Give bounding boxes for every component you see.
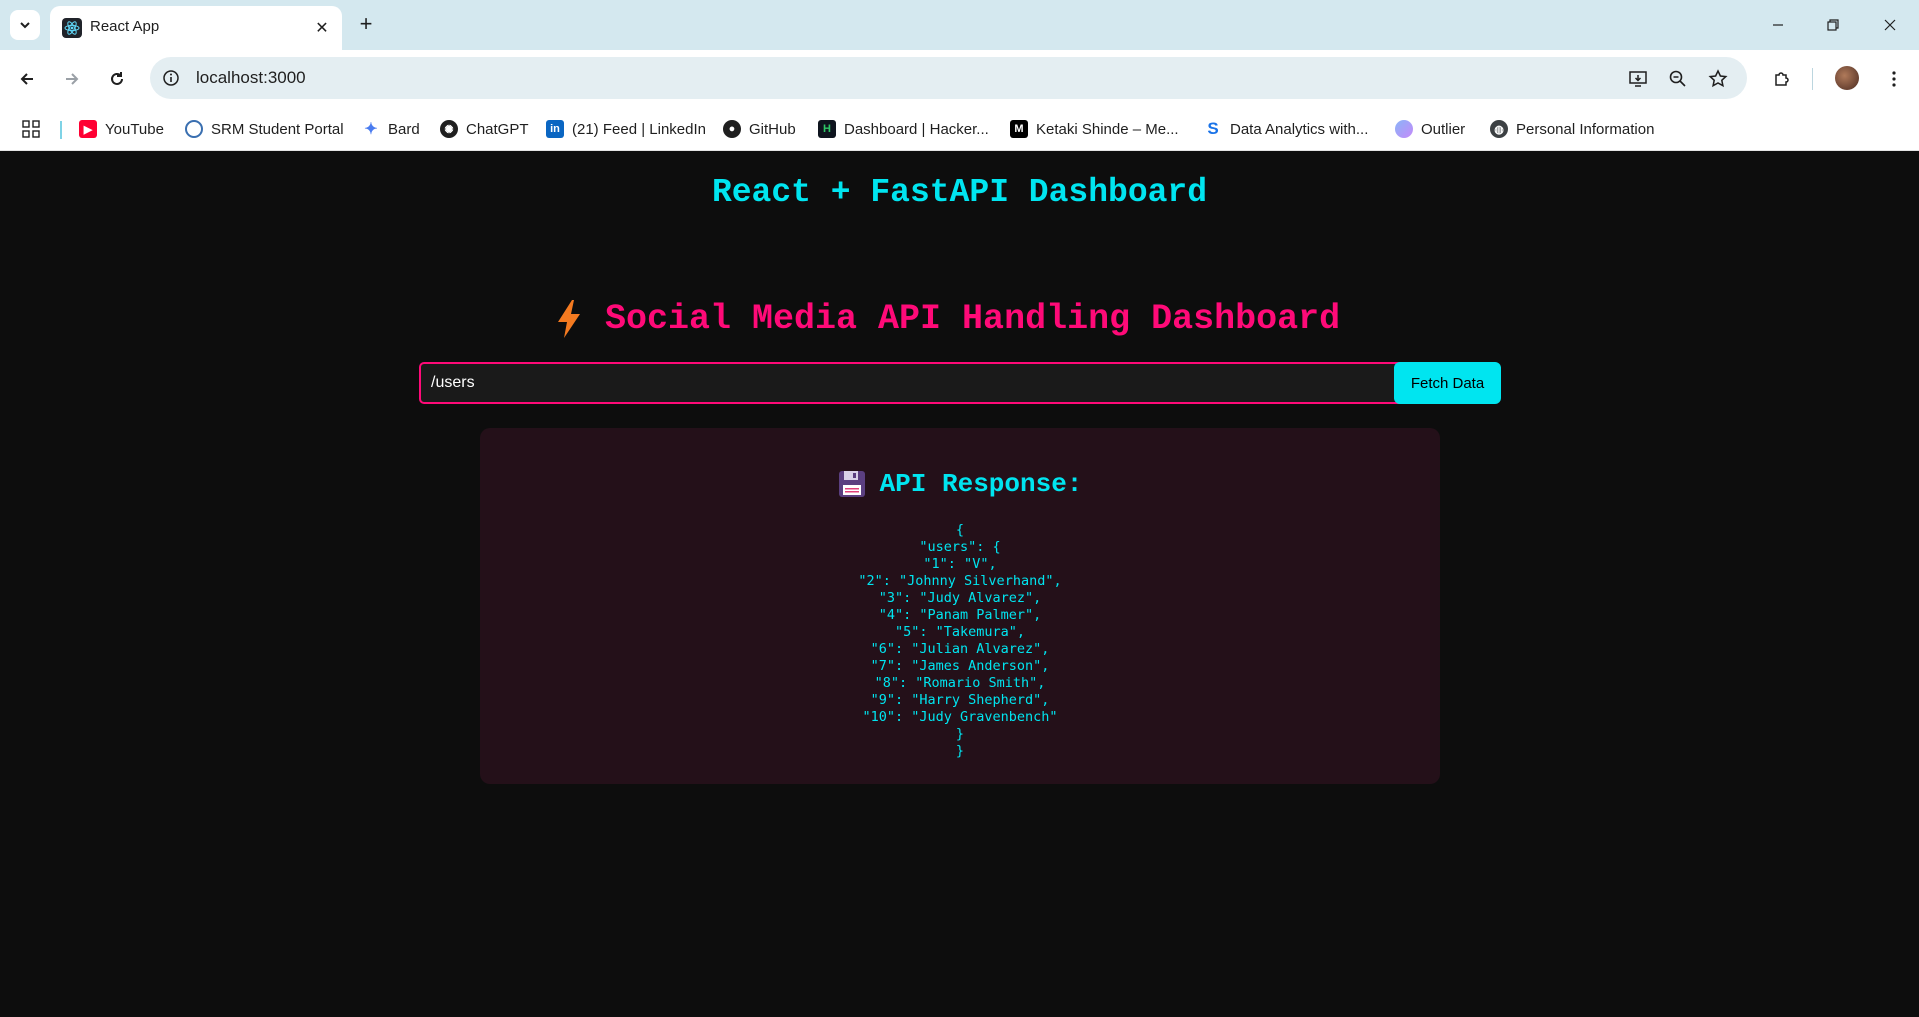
srm-icon (185, 120, 203, 138)
bookmark-label: Data Analytics with... (1230, 120, 1369, 138)
bookmark-star-icon[interactable] (1706, 67, 1730, 91)
close-icon: ✕ (315, 20, 329, 37)
api-response-json: { "users": { "1": "V", "2": "Johnny Silv… (858, 522, 1062, 759)
address-bar[interactable]: localhost:3000 (150, 57, 1747, 99)
bookmark-youtube[interactable]: ▶ YouTube (79, 116, 164, 142)
endpoint-input[interactable] (419, 362, 1405, 404)
restore-icon (1827, 19, 1839, 31)
close-tab-button[interactable]: ✕ (310, 16, 334, 40)
bookmark-label: Bard (388, 120, 420, 138)
forward-button[interactable] (57, 64, 87, 94)
bookmarks-bar: ▶ YouTube SRM Student Portal ✦ Bard ✺ Ch… (0, 108, 1919, 151)
apps-button[interactable] (22, 116, 40, 142)
minimize-icon (1773, 24, 1783, 26)
api-response-heading: API Response: (480, 464, 1440, 504)
medium-icon: M (1010, 120, 1028, 138)
toolbar-divider (1812, 68, 1813, 90)
bookmark-label: Personal Information (1516, 120, 1655, 138)
bookmark-label: Ketaki Shinde – Me... (1036, 120, 1179, 138)
plus-icon: + (359, 11, 373, 36)
profile-avatar[interactable] (1835, 66, 1859, 90)
restore-button[interactable] (1813, 8, 1853, 42)
globe-icon: ◍ (1490, 120, 1508, 138)
bookmark-label: SRM Student Portal (211, 120, 344, 138)
outlier-icon (1395, 120, 1413, 138)
app-title: React + FastAPI Dashboard (711, 174, 1208, 211)
zoom-icon[interactable] (1666, 67, 1690, 91)
api-response-heading-text: API Response: (879, 469, 1083, 499)
install-app-icon[interactable] (1626, 67, 1650, 91)
close-icon (1884, 19, 1896, 31)
hackerrank-icon: H (818, 120, 836, 138)
site-info-icon[interactable] (160, 67, 182, 89)
back-button[interactable] (12, 64, 42, 94)
bookmark-label: ChatGPT (466, 120, 529, 138)
reload-icon (111, 72, 123, 85)
bookmark-github[interactable]: ● GitHub (723, 116, 796, 142)
extensions-button[interactable] (1767, 64, 1797, 94)
bookmark-medium[interactable]: M Ketaki Shinde – Me... (1010, 116, 1179, 142)
bookmark-label: YouTube (105, 120, 164, 138)
dashboard-title-text: Social Media API Handling Dashboard (605, 299, 1341, 339)
bookmark-outlier[interactable]: Outlier (1395, 116, 1465, 142)
more-vertical-icon (1892, 71, 1896, 87)
bookmarks-divider (60, 121, 62, 139)
react-icon (62, 18, 82, 38)
bookmark-hackerrank[interactable]: H Dashboard | Hacker... (818, 116, 989, 142)
apps-grid-icon (22, 120, 40, 138)
arrow-left-icon (20, 73, 33, 85)
bookmark-personal-information[interactable]: ◍ Personal Information (1490, 116, 1654, 142)
bookmark-label: GitHub (749, 120, 796, 138)
tab-search-button[interactable] (10, 10, 40, 40)
tab-title: React App (90, 18, 160, 35)
chatgpt-icon: ✺ (440, 120, 458, 138)
chevron-down-icon (20, 22, 30, 29)
bookmark-label: Outlier (1421, 120, 1466, 138)
reload-button[interactable] (102, 64, 132, 94)
data-analytics-icon: S (1207, 119, 1219, 138)
bard-icon: ✦ (364, 121, 378, 138)
dashboard-title: Social Media API Handling Dashboard (555, 295, 1340, 343)
youtube-icon: ▶ (79, 120, 97, 138)
new-tab-button[interactable]: + (352, 10, 380, 38)
minimize-button[interactable] (1758, 8, 1798, 42)
bookmark-chatgpt[interactable]: ✺ ChatGPT (440, 116, 529, 142)
browser-toolbar: localhost:3000 (0, 50, 1919, 108)
floppy-disk-icon (838, 471, 865, 497)
fetch-data-button[interactable]: Fetch Data (1394, 362, 1501, 404)
github-icon: ● (723, 120, 741, 138)
puzzle-icon (1775, 72, 1789, 86)
bookmark-bard[interactable]: ✦ Bard (362, 116, 420, 142)
bookmark-label: Dashboard | Hacker... (844, 120, 989, 138)
lightning-icon (558, 300, 580, 338)
bookmark-data-analytics[interactable]: S Data Analytics with... (1204, 116, 1368, 142)
browser-menu-button[interactable] (1879, 64, 1909, 94)
window-close-button[interactable] (1870, 8, 1910, 42)
page-content: React + FastAPI Dashboard Social Media A… (0, 151, 1919, 1017)
linkedin-icon: in (546, 120, 564, 138)
arrow-right-icon (66, 73, 79, 85)
bookmark-linkedin[interactable]: in (21) Feed | LinkedIn (546, 116, 706, 142)
api-response-card: API Response: { "users": { "1": "V", "2"… (480, 428, 1440, 784)
bookmark-label: (21) Feed | LinkedIn (572, 120, 706, 138)
tab-strip: React App ✕ + (0, 0, 1919, 50)
url-text: localhost:3000 (196, 68, 306, 87)
browser-tab[interactable]: React App ✕ (50, 6, 342, 50)
bookmark-srm-student-portal[interactable]: SRM Student Portal (185, 116, 344, 142)
